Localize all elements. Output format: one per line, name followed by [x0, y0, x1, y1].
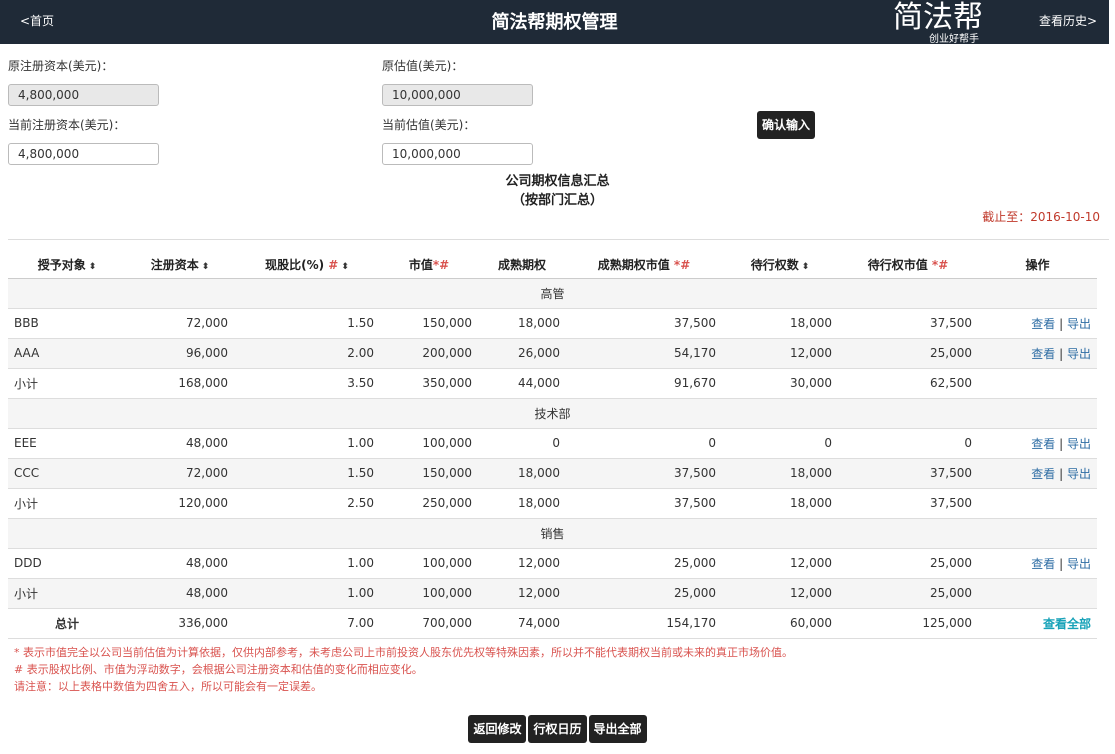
divider	[8, 239, 1109, 240]
summary-subtitle: （按部门汇总）	[511, 193, 603, 208]
col-pending[interactable]: 待行权数 ⬍	[722, 252, 838, 279]
note-floating: # 表示股权比例、市值为浮动数字，会根据公司注册资本和估值的变化而相应变化。	[14, 663, 423, 676]
cur-capital-label: 当前注册资本(美元)：	[8, 118, 126, 132]
table-row: AAA 96,000 2.00 200,000 26,000 54,170 12…	[8, 337, 1097, 368]
subtotal-row: 小计 48,000 1.00 100,000 12,000 25,000 12,…	[8, 577, 1097, 608]
as-of-date: 截止至：2016-10-10	[982, 210, 1100, 224]
summary-title: 公司期权信息汇总	[505, 174, 610, 189]
view-link[interactable]: 查看	[1031, 467, 1055, 481]
view-link[interactable]: 查看	[1031, 317, 1055, 331]
back-edit-button[interactable]: 返回修改	[468, 715, 527, 743]
export-all-button[interactable]: 导出全部	[588, 715, 647, 743]
subtotal-row: 小计 168,000 3.50 350,000 44,000 91,670 30…	[8, 367, 1097, 398]
logo: 简法帮 创业好帮手	[893, 2, 983, 46]
table-header-row: 授予对象 ⬍ 注册资本 ⬍ 现股比(%) # ⬍ 市值*# 成熟期权 成熟期权市值 *…	[8, 252, 1097, 279]
view-history-link[interactable]: 查看历史>	[1039, 12, 1097, 29]
footnotes: * 表示市值完全以公司当前估值为计算依据，仅供内部参考，未考虑公司上市前投资人股…	[14, 644, 793, 695]
dept-name: 高管	[8, 277, 1097, 308]
table-row: CCC 72,000 1.50 150,000 18,000 37,500 18…	[8, 457, 1097, 488]
orig-valuation-label: 原估值(美元)：	[382, 59, 464, 73]
export-link[interactable]: 导出	[1067, 437, 1091, 451]
dept-row: 技术部	[8, 397, 1097, 428]
sort-icon: ⬍	[201, 262, 210, 273]
subtotal-row: 小计 120,000 2.50 250,000 18,000 37,500 18…	[8, 487, 1097, 518]
col-market-value: 市值*#	[380, 252, 478, 279]
col-mature: 成熟期权	[478, 252, 566, 279]
sort-icon: ⬍	[341, 262, 349, 273]
col-capital[interactable]: 注册资本 ⬍	[126, 252, 234, 279]
confirm-input-button[interactable]: 确认输入	[757, 111, 815, 139]
view-all-link[interactable]: 查看全部	[1043, 617, 1091, 631]
orig-capital-field[interactable]	[8, 84, 159, 106]
view-link[interactable]: 查看	[1031, 437, 1055, 451]
table-row: BBB 72,000 1.50 150,000 18,000 37,500 18…	[8, 307, 1097, 338]
top-bar: <首页 简法帮期权管理 简法帮 创业好帮手 查看历史>	[0, 0, 1109, 46]
cur-valuation-label: 当前估值(美元)：	[382, 118, 476, 132]
cur-valuation-field[interactable]	[382, 143, 533, 165]
dept-row: 高管	[8, 277, 1097, 308]
col-ratio[interactable]: 现股比(%) # ⬍	[234, 252, 380, 279]
orig-capital-label: 原注册资本(美元)：	[8, 59, 114, 73]
dept-row: 销售	[8, 517, 1097, 548]
col-pending-value: 待行权市值 *#	[838, 252, 978, 279]
col-ops: 操作	[978, 252, 1097, 279]
export-link[interactable]: 导出	[1067, 557, 1091, 571]
col-grantee[interactable]: 授予对象 ⬍	[8, 252, 126, 279]
table-row: DDD 48,000 1.00 100,000 12,000 25,000 12…	[8, 547, 1097, 578]
view-link[interactable]: 查看	[1031, 347, 1055, 361]
options-table: 授予对象 ⬍ 注册资本 ⬍ 现股比(%) # ⬍ 市值*# 成熟期权 成熟期权市值 *…	[8, 252, 1097, 639]
note-market-value: * 表示市值完全以公司当前估值为计算依据，仅供内部参考，未考虑公司上市前投资人股…	[14, 646, 793, 659]
col-mature-value: 成熟期权市值 *#	[566, 252, 722, 279]
note-rounding: 请注意：以上表格中数值为四舍五入，所以可能会有一定误差。	[14, 680, 322, 693]
logo-tagline: 创业好帮手	[929, 34, 979, 45]
export-link[interactable]: 导出	[1067, 467, 1091, 481]
dept-name: 销售	[8, 517, 1097, 548]
exercise-calendar-button[interactable]: 行权日历	[528, 715, 587, 743]
table-row: EEE 48,000 1.00 100,000 0 0 0 0 查看 | 导出	[8, 427, 1097, 458]
cur-capital-field[interactable]	[8, 143, 159, 165]
export-link[interactable]: 导出	[1067, 347, 1091, 361]
total-row: 总计 336,000 7.00 700,000 74,000 154,170 6…	[8, 607, 1097, 639]
orig-valuation-field[interactable]	[382, 84, 533, 106]
footer-buttons: 返回修改 行权日历 导出全部	[0, 715, 1115, 743]
export-link[interactable]: 导出	[1067, 317, 1091, 331]
sort-icon: ⬍	[88, 262, 97, 273]
sort-icon: ⬍	[801, 262, 810, 273]
view-link[interactable]: 查看	[1031, 557, 1055, 571]
dept-name: 技术部	[8, 397, 1097, 428]
